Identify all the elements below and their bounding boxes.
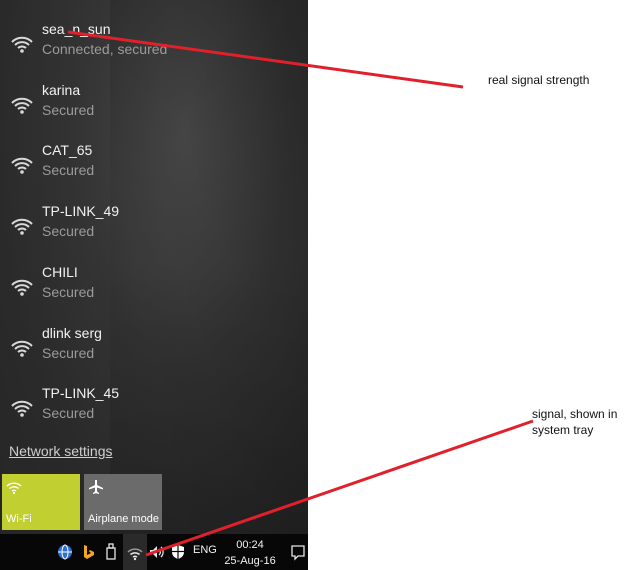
annotation-tray-signal: signal, shown in system tray bbox=[532, 407, 618, 437]
arrow-to-real-signal bbox=[67, 30, 464, 89]
annotation-real-signal-strength: real signal strength bbox=[488, 73, 590, 87]
arrow-to-tray-signal bbox=[145, 419, 534, 557]
